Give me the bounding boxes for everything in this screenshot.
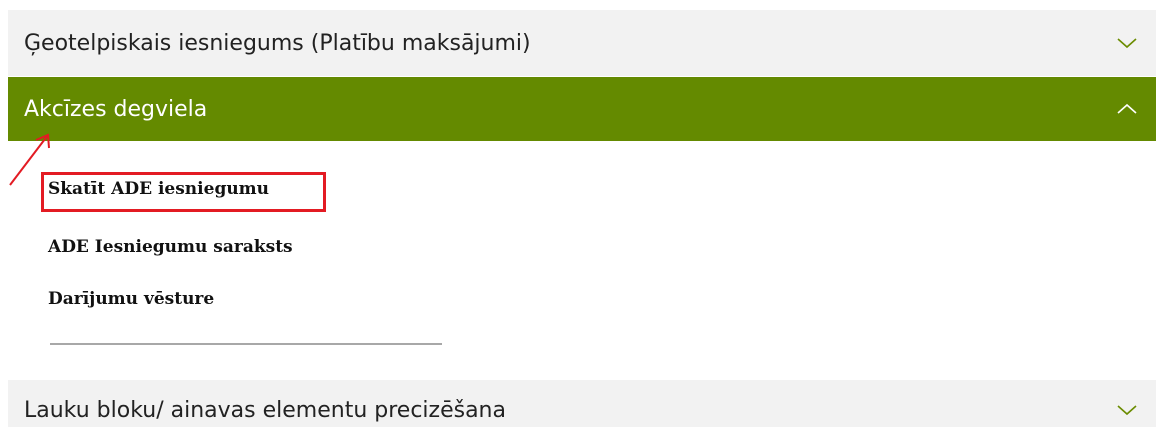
accordion-header-lauku-bloku[interactable]: Lauku bloku/ ainavas elementu precizēšan…: [8, 380, 1156, 427]
link-darijumu-vesture[interactable]: Darījumu vēsture: [48, 289, 214, 309]
page: Ģeotelpiskais iesniegums (Platību maksāj…: [0, 0, 1156, 427]
chevron-down-icon: [1117, 405, 1137, 416]
annotation-arrow-icon: [9, 133, 50, 186]
chevron-down-icon: [1117, 38, 1137, 49]
accordion-title: Lauku bloku/ ainavas elementu precizēšan…: [24, 397, 506, 423]
accordion-title: Ģeotelpiskais iesniegums (Platību maksāj…: [24, 30, 531, 56]
link-ade-iesniegumu-saraksts[interactable]: ADE Iesniegumu saraksts: [48, 237, 293, 257]
link-skatit-ade-iesniegumu[interactable]: Skatīt ADE iesniegumu: [48, 179, 269, 199]
divider: [50, 343, 442, 345]
chevron-up-icon: [1117, 103, 1137, 114]
accordion-title: Akcīzes degviela: [24, 96, 208, 122]
accordion-header-geotelpiskais[interactable]: Ģeotelpiskais iesniegums (Platību maksāj…: [8, 10, 1156, 76]
accordion-header-akcizes-degviela[interactable]: Akcīzes degviela: [8, 77, 1156, 141]
